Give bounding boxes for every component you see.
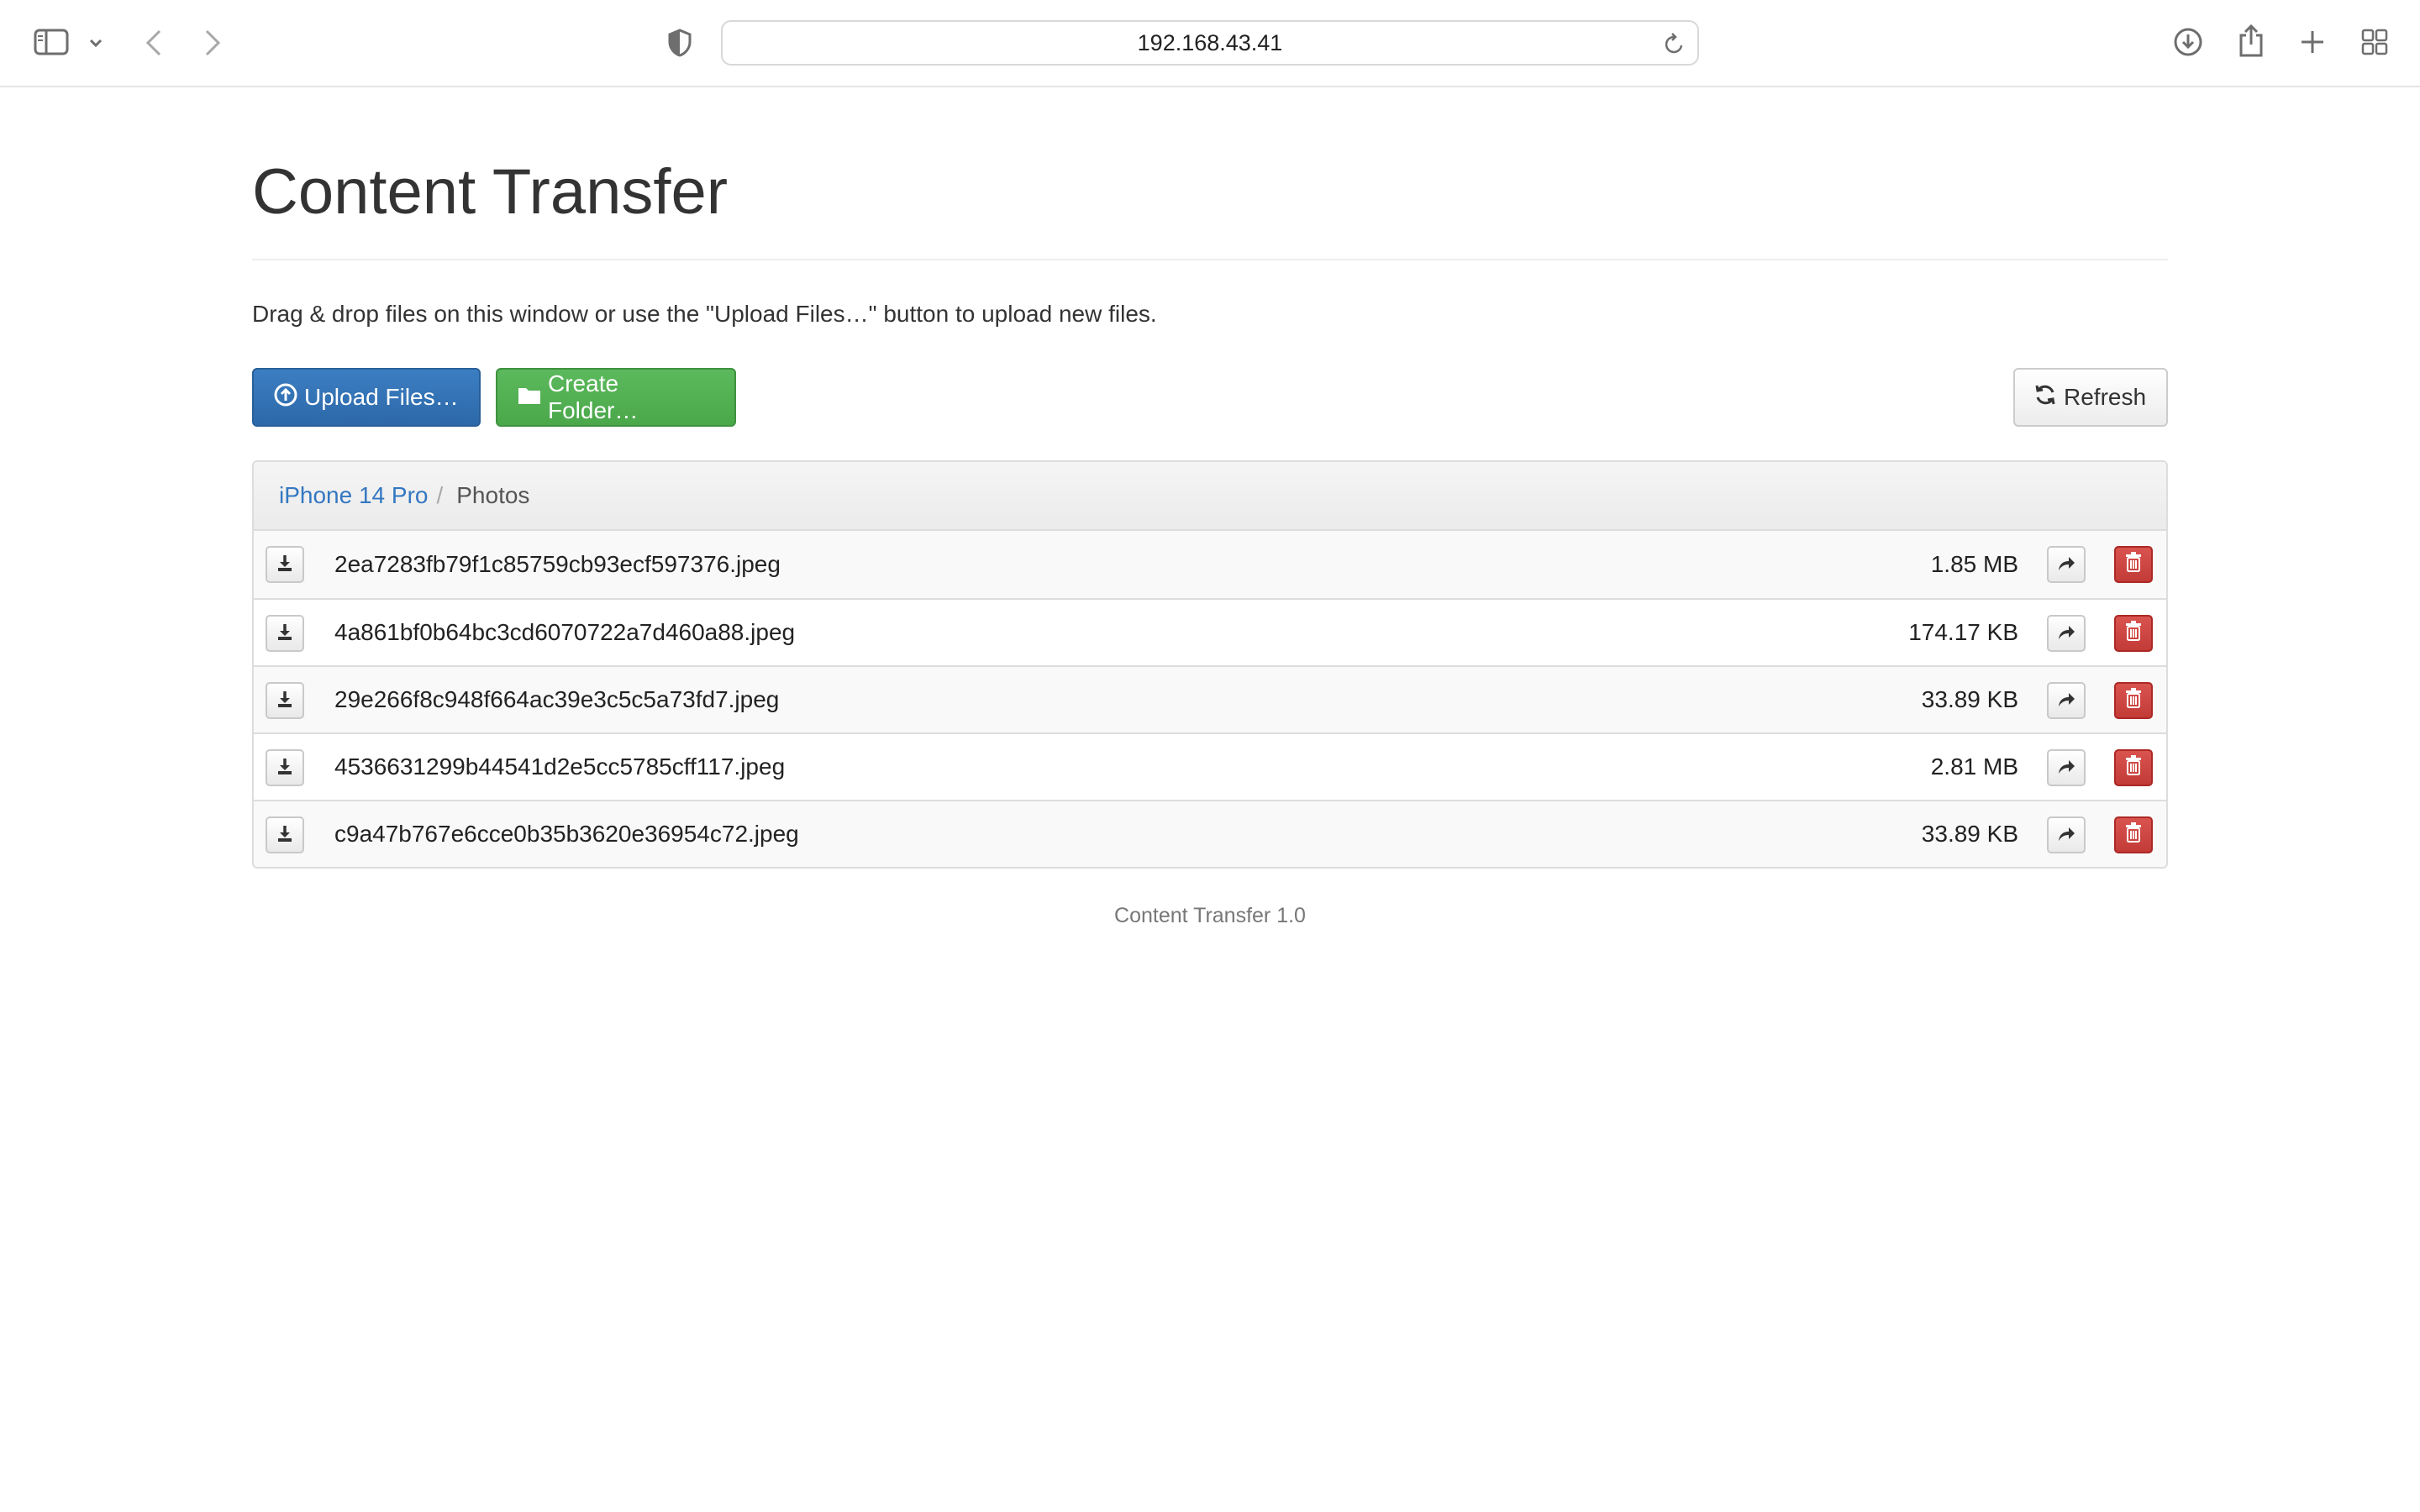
delete-button[interactable]: [2114, 546, 2153, 583]
create-folder-button[interactable]: Create Folder…: [496, 368, 736, 427]
file-row: 4536631299b44541d2e5cc5785cff117.jpeg 2.…: [254, 732, 2166, 800]
trash-icon: [2125, 687, 2142, 714]
reload-icon[interactable]: [1664, 32, 1686, 60]
trash-icon: [2125, 822, 2142, 848]
privacy-shield-icon[interactable]: [666, 27, 694, 59]
breadcrumb-separator: /: [436, 482, 444, 508]
file-name: c9a47b767e6cce0b35b3620e36954c72.jpeg: [334, 821, 799, 847]
file-row: 4a861bf0b64bc3cd6070722a7d460a88.jpeg 17…: [254, 598, 2166, 665]
file-list: 2ea7283fb79f1c85759cb93ecf597376.jpeg 1.…: [254, 531, 2166, 867]
file-size: 33.89 KB: [1921, 686, 2018, 712]
delete-button[interactable]: [2114, 816, 2153, 853]
file-name: 29e266f8c948f664ac39e3c5c5a73fd7.jpeg: [334, 686, 780, 712]
file-row: c9a47b767e6cce0b35b3620e36954c72.jpeg 33…: [254, 800, 2166, 867]
download-button[interactable]: [266, 749, 304, 786]
refresh-label: Refresh: [2064, 384, 2147, 410]
folder-icon: [518, 384, 541, 411]
page-container: Content Transfer Drag & drop files on th…: [252, 87, 2168, 928]
page-header: Content Transfer: [252, 155, 2168, 260]
move-button[interactable]: [2047, 682, 2086, 719]
footer-version: Content Transfer 1.0: [1114, 904, 1306, 927]
download-icon: [276, 822, 294, 848]
download-button[interactable]: [266, 546, 304, 583]
file-size: 33.89 KB: [1921, 821, 2018, 847]
forward-icon[interactable]: [198, 25, 227, 60]
new-tab-icon[interactable]: [2297, 25, 2328, 59]
download-icon: [276, 687, 294, 714]
page-title: Content Transfer: [252, 156, 729, 228]
sidebar-toggle-icon[interactable]: [32, 25, 71, 59]
upload-icon: [274, 383, 297, 412]
upload-files-button[interactable]: Upload Files…: [252, 368, 481, 427]
address-bar[interactable]: 192.168.43.41: [721, 20, 1699, 66]
intro-text: Drag & drop files on this window or use …: [252, 301, 1157, 327]
breadcrumb-current: Photos: [456, 482, 530, 508]
delete-button[interactable]: [2114, 615, 2153, 652]
file-name: 4536631299b44541d2e5cc5785cff117.jpeg: [334, 753, 786, 780]
download-button[interactable]: [266, 682, 304, 719]
share-arrow-icon: [2057, 822, 2075, 848]
action-bar: Upload Files… Create Folder… Refresh: [252, 368, 2168, 427]
share-icon[interactable]: [2235, 22, 2267, 60]
download-icon: [276, 620, 294, 647]
share-arrow-icon: [2057, 687, 2075, 714]
file-name: 4a861bf0b64bc3cd6070722a7d460a88.jpeg: [334, 619, 796, 645]
download-icon: [276, 551, 294, 578]
file-name: 2ea7283fb79f1c85759cb93ecf597376.jpeg: [334, 551, 781, 577]
address-text: 192.168.43.41: [1137, 29, 1283, 55]
download-button[interactable]: [266, 816, 304, 853]
chevron-down-icon[interactable]: [86, 30, 106, 55]
file-size: 1.85 MB: [1930, 551, 2018, 577]
refresh-button[interactable]: Refresh: [2013, 368, 2168, 427]
browser-toolbar: 192.168.43.41: [0, 0, 2420, 87]
create-folder-label: Create Folder…: [548, 370, 639, 423]
share-arrow-icon: [2057, 620, 2075, 647]
tab-overview-icon[interactable]: [2358, 25, 2391, 59]
delete-button[interactable]: [2114, 749, 2153, 786]
breadcrumb-root-link[interactable]: iPhone 14 Pro: [279, 482, 428, 509]
share-arrow-icon: [2057, 551, 2075, 578]
upload-files-label: Upload Files…: [304, 384, 459, 410]
move-button[interactable]: [2047, 615, 2086, 652]
file-row: 2ea7283fb79f1c85759cb93ecf597376.jpeg 1.…: [254, 531, 2166, 598]
trash-icon: [2125, 551, 2142, 578]
download-icon: [276, 754, 294, 781]
file-row: 29e266f8c948f664ac39e3c5c5a73fd7.jpeg 33…: [254, 665, 2166, 732]
downloads-icon[interactable]: [2171, 25, 2205, 59]
file-list-panel: iPhone 14 Pro / Photos 2ea7283fb79f1c857…: [252, 460, 2168, 869]
delete-button[interactable]: [2114, 682, 2153, 719]
breadcrumb: iPhone 14 Pro / Photos: [254, 462, 2166, 531]
file-size: 174.17 KB: [1908, 619, 2018, 645]
move-button[interactable]: [2047, 749, 2086, 786]
share-arrow-icon: [2057, 754, 2075, 781]
move-button[interactable]: [2047, 816, 2086, 853]
move-button[interactable]: [2047, 546, 2086, 583]
trash-icon: [2125, 620, 2142, 647]
download-button[interactable]: [266, 615, 304, 652]
back-icon[interactable]: [139, 25, 168, 60]
trash-icon: [2125, 754, 2142, 781]
refresh-icon: [2033, 383, 2057, 412]
file-size: 2.81 MB: [1930, 753, 2018, 780]
